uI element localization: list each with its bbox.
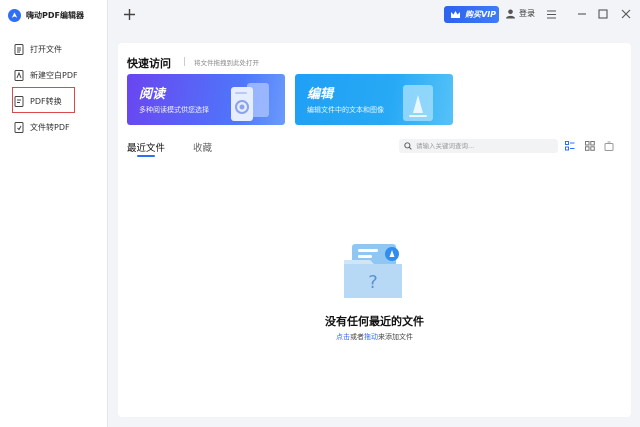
app-name: 嗨动PDF编辑器 (26, 10, 84, 20)
trash-icon (604, 141, 614, 151)
minimize-button[interactable] (574, 6, 590, 22)
read-illustration-icon (231, 83, 269, 121)
buy-vip-label: 购买VIP (465, 10, 497, 19)
empty-or-text: 或者 (350, 333, 364, 341)
empty-suffix-text: 来添加文件 (378, 333, 413, 341)
maximize-button[interactable] (595, 6, 611, 22)
read-card[interactable]: 阅读 多种阅读模式供您选择 (127, 74, 285, 125)
menu-button[interactable] (543, 6, 559, 22)
list-view-icon (565, 141, 575, 151)
pdf-convert-icon (13, 95, 24, 107)
sidebar-item-open-file[interactable]: 打开文件 (0, 36, 107, 62)
sidebar: 嗨动PDF编辑器 打开文件 新建空白PDF PDF转换 文件转PDF (0, 0, 108, 427)
sidebar-item-pdf-convert[interactable]: PDF转换 (0, 88, 107, 114)
search-icon (404, 142, 412, 150)
crown-icon (451, 11, 460, 18)
new-pdf-icon (13, 69, 24, 81)
maximize-icon (598, 9, 608, 19)
divider (184, 57, 185, 66)
read-card-desc: 多种阅读模式供您选择 (139, 106, 209, 114)
sidebar-item-file-to-pdf[interactable]: 文件转PDF (0, 114, 107, 140)
edit-card[interactable]: 编辑 编辑文件中的文本和图像 (295, 74, 453, 125)
user-icon (506, 9, 515, 19)
top-bar: 购买VIP 登录 (108, 0, 640, 30)
close-button[interactable] (618, 6, 634, 22)
sidebar-item-label: PDF转换 (30, 96, 62, 106)
drag-link[interactable]: 拖动 (364, 333, 378, 341)
close-icon (621, 9, 631, 19)
main-panel: 快速访问 将文件拖拽到此处打开 阅读 多种阅读模式供您选择 编辑 编辑文件中的文… (118, 43, 631, 417)
login-label: 登录 (519, 9, 535, 18)
login-button[interactable]: 登录 (505, 8, 535, 19)
app-brand: 嗨动PDF编辑器 (8, 8, 84, 22)
empty-state-subtitle: 点击或者拖动来添加文件 (118, 332, 631, 342)
search-input[interactable] (416, 142, 552, 150)
new-tab-button[interactable] (120, 5, 138, 23)
minimize-icon (578, 13, 586, 15)
click-link[interactable]: 点击 (336, 333, 350, 341)
open-file-icon (13, 43, 24, 55)
empty-state-title: 没有任何最近的文件 (325, 315, 424, 328)
clear-button[interactable] (602, 139, 616, 153)
sidebar-item-label: 文件转PDF (30, 122, 70, 132)
file-to-pdf-icon (13, 121, 24, 133)
edit-illustration-icon (403, 85, 433, 121)
svg-text:?: ? (368, 272, 378, 293)
buy-vip-button[interactable]: 购买VIP (444, 6, 499, 23)
menu-icon (546, 9, 556, 19)
edit-card-title: 编辑 (307, 87, 334, 102)
sidebar-item-new-pdf[interactable]: 新建空白PDF (0, 62, 107, 88)
sidebar-nav: 打开文件 新建空白PDF PDF转换 文件转PDF (0, 36, 107, 140)
edit-card-desc: 编辑文件中的文本和图像 (307, 106, 384, 114)
empty-folder-icon: ? (344, 244, 402, 298)
grid-view-button[interactable] (583, 139, 597, 153)
quick-access-title: 快速访问 (127, 57, 171, 70)
tab-favorites[interactable]: 收藏 (193, 140, 212, 154)
search-box (399, 139, 558, 153)
active-tab-indicator (137, 155, 155, 157)
grid-view-icon (585, 141, 595, 151)
list-view-button[interactable] (563, 139, 577, 153)
app-logo-icon (8, 8, 21, 22)
plus-icon (123, 8, 135, 20)
sidebar-item-label: 新建空白PDF (30, 70, 78, 80)
tab-recent-files[interactable]: 最近文件 (127, 140, 165, 154)
quick-access-hint: 将文件拖拽到此处打开 (194, 59, 259, 67)
read-card-title: 阅读 (139, 87, 166, 102)
sidebar-item-label: 打开文件 (30, 44, 62, 54)
